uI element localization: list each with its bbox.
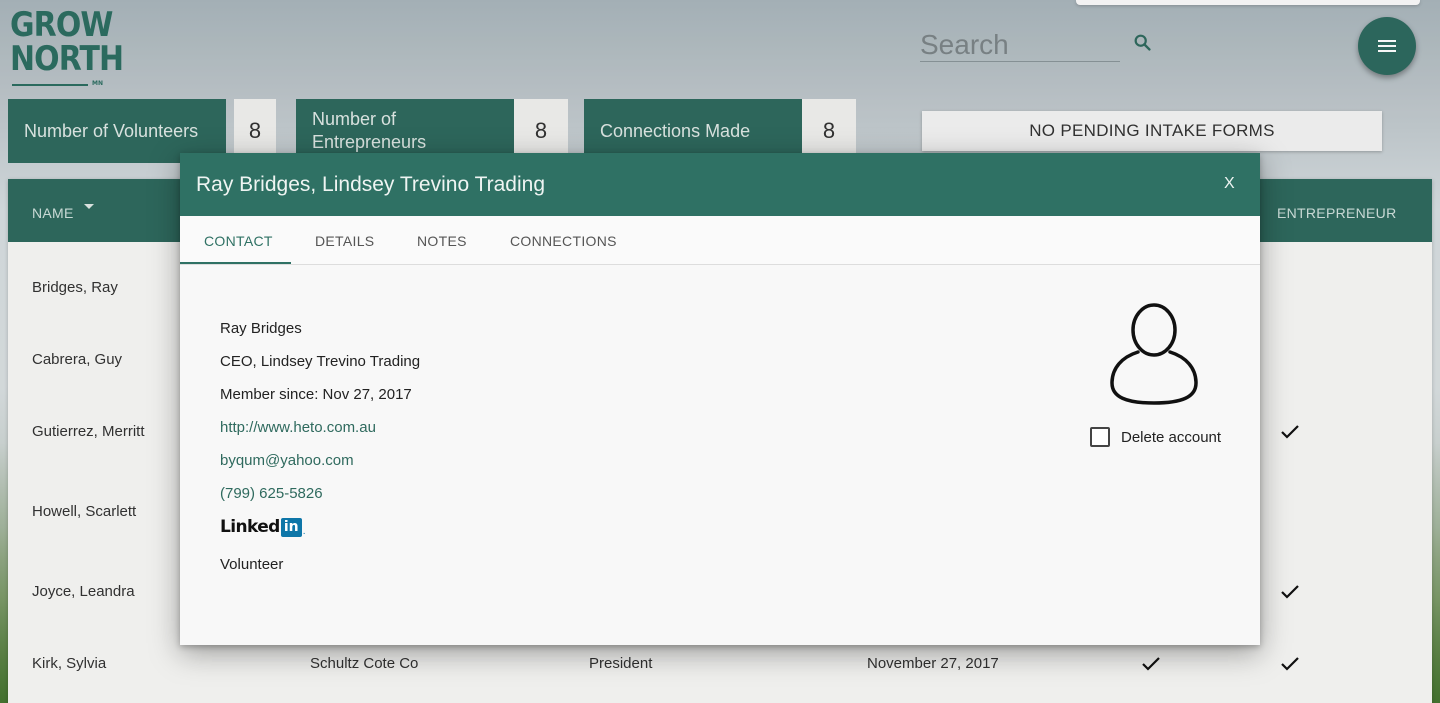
close-button[interactable]: X xyxy=(1224,175,1235,193)
user-detail-modal: Ray Bridges, Lindsey Trevino Trading X C… xyxy=(180,153,1260,645)
contact-name: Ray Bridges xyxy=(220,320,302,337)
active-tab-indicator xyxy=(180,262,291,264)
delete-account-label[interactable]: Delete account xyxy=(1121,429,1221,446)
tab-notes[interactable]: NOTES xyxy=(417,233,467,249)
contact-role: Volunteer xyxy=(220,556,284,573)
email-link[interactable]: byqum@yahoo.com xyxy=(220,452,354,469)
website-link[interactable]: http://www.heto.com.au xyxy=(220,419,376,436)
modal-tabs: CONTACT DETAILS NOTES CONNECTIONS xyxy=(180,216,1260,265)
linkedin-word: Linked xyxy=(220,517,280,537)
modal-header: Ray Bridges, Lindsey Trevino Trading X xyxy=(180,153,1260,216)
tab-details[interactable]: DETAILS xyxy=(315,233,374,249)
phone-link[interactable]: (799) 625-5826 xyxy=(220,485,323,502)
linkedin-icon: in xyxy=(280,517,302,537)
delete-account-control[interactable]: Delete account xyxy=(1090,427,1221,447)
member-since: Member since: Nov 27, 2017 xyxy=(220,386,412,403)
delete-account-checkbox[interactable] xyxy=(1090,427,1110,447)
linkedin-logo-link[interactable]: Linked in . xyxy=(220,517,306,537)
tab-connections[interactable]: CONNECTIONS xyxy=(510,233,617,249)
contact-position: CEO, Lindsey Trevino Trading xyxy=(220,353,421,370)
modal-title: Ray Bridges, Lindsey Trevino Trading xyxy=(196,173,546,196)
tab-contact[interactable]: CONTACT xyxy=(204,233,273,249)
linkedin-dot: . xyxy=(302,525,306,537)
user-avatar-icon xyxy=(1110,303,1198,405)
